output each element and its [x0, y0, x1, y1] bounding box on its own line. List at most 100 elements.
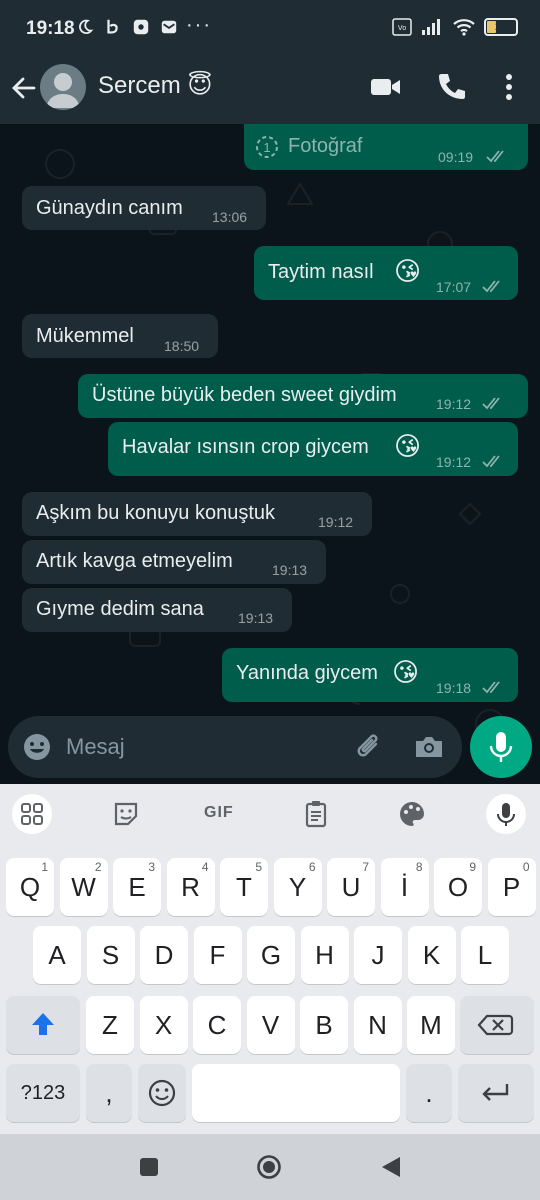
- key-x[interactable]: X: [139, 996, 188, 1054]
- message-time: 13:06: [212, 209, 248, 225]
- backspace-icon: [477, 1014, 514, 1036]
- message-bubble-incoming[interactable]: Mükemmel 18:50: [22, 314, 218, 358]
- key-t[interactable]: T5: [220, 858, 268, 916]
- status-bar: 19:18 ··· Vo 19: [0, 0, 540, 58]
- key-o[interactable]: O9: [434, 858, 482, 916]
- volte-icon: Vo: [392, 18, 412, 36]
- key-d[interactable]: D: [140, 926, 188, 984]
- sticker-icon[interactable]: [106, 794, 146, 834]
- contact-name[interactable]: Sercem 😇: [98, 71, 212, 100]
- back-triangle-icon[interactable]: [378, 1154, 404, 1180]
- message-text: Üstüne büyük beden sweet giydim: [92, 384, 397, 406]
- emoji-icon[interactable]: [20, 730, 54, 764]
- period-key[interactable]: .: [406, 1064, 452, 1122]
- message-bubble-incoming[interactable]: Aşkım bu konuyu konuştuk 19:12: [22, 492, 372, 536]
- key-label: İ: [400, 872, 409, 902]
- svg-text:Vo: Vo: [398, 25, 406, 32]
- message-bubble-outgoing[interactable]: Havalar ısınsın crop giycem 😘 19:12: [108, 422, 518, 476]
- shift-key[interactable]: [6, 996, 80, 1054]
- message-text: Aşkım bu konuyu konuştuk: [36, 502, 276, 524]
- back-arrow-icon[interactable]: [8, 72, 40, 104]
- key-label: W: [71, 872, 96, 902]
- key-b[interactable]: B: [300, 996, 348, 1054]
- key-r[interactable]: R4: [166, 858, 215, 916]
- keyboard-emoji-icon: [148, 1079, 176, 1107]
- message-bubble-outgoing[interactable]: Taytim nasıl 😘 17:07: [254, 246, 518, 300]
- key-number-hint: 5: [255, 860, 262, 874]
- camera-icon[interactable]: [412, 730, 446, 764]
- key-z[interactable]: Z: [86, 996, 134, 1054]
- view-once-photo-icon: 1: [256, 136, 278, 158]
- kissing-face-emoji: 😘: [394, 256, 422, 286]
- contact-name-text: Sercem: [98, 72, 181, 99]
- keyboard-voice-input-icon[interactable]: [486, 794, 526, 834]
- key-u[interactable]: U7: [327, 858, 375, 916]
- symbols-key[interactable]: ?123: [6, 1064, 80, 1122]
- key-n[interactable]: N: [353, 996, 402, 1054]
- emoji-key[interactable]: [138, 1064, 186, 1122]
- message-text: Günaydın canım: [36, 197, 183, 219]
- key-label: E: [128, 872, 146, 902]
- backspace-key[interactable]: [460, 996, 534, 1054]
- enter-key[interactable]: [458, 1064, 534, 1122]
- message-text: Taytim nasıl: [268, 261, 374, 283]
- message-time: 09:19: [438, 149, 474, 165]
- key-g[interactable]: G: [247, 926, 295, 984]
- key-label: O: [447, 872, 469, 902]
- message-time: 19:12: [436, 396, 472, 412]
- message-bubble-outgoing[interactable]: 1 Fotoğraf 09:19: [244, 124, 528, 170]
- apps-grid-icon[interactable]: [12, 794, 52, 834]
- key-j[interactable]: J: [354, 926, 402, 984]
- key-label: P: [502, 872, 521, 902]
- double-check-icon: [482, 397, 500, 410]
- message-text: Yanında giycem: [236, 662, 378, 684]
- key-m[interactable]: M: [407, 996, 455, 1054]
- message-text: Mükemmel: [36, 325, 134, 347]
- message-time: 17:07: [436, 279, 472, 295]
- recents-square-icon[interactable]: [136, 1154, 162, 1180]
- wifi-icon: [453, 19, 475, 36]
- space-bar[interactable]: [192, 1064, 400, 1122]
- comma-key[interactable]: ,: [86, 1064, 132, 1122]
- palette-icon[interactable]: [392, 794, 432, 834]
- key-f[interactable]: F: [193, 926, 242, 984]
- message-bubble-incoming[interactable]: Artık kavga etmeyelim 19:13: [22, 540, 326, 584]
- key-k[interactable]: K: [407, 926, 456, 984]
- key-number-hint: 0: [522, 860, 530, 874]
- avatar[interactable]: [40, 64, 86, 110]
- more-notifications-icon: ···: [186, 14, 212, 36]
- key-e[interactable]: E3: [113, 858, 161, 916]
- key-label: Q: [19, 872, 41, 902]
- clipboard-icon[interactable]: [296, 794, 336, 834]
- message-bubble-outgoing[interactable]: Yanında giycem 😘 19:18: [222, 648, 518, 702]
- key-number-hint: 6: [308, 860, 316, 874]
- message-bubble-outgoing[interactable]: Üstüne büyük beden sweet giydim 19:12: [78, 374, 528, 418]
- battery-level: 19: [494, 21, 508, 33]
- message-input[interactable]: [66, 730, 336, 764]
- message-bubble-incoming[interactable]: Günaydın canım 13:06: [22, 186, 266, 230]
- notification-icons: [64, 18, 178, 36]
- key-l[interactable]: L: [461, 926, 509, 984]
- attach-icon[interactable]: [352, 730, 386, 764]
- key-y[interactable]: Y6: [273, 858, 322, 916]
- key-p[interactable]: P0: [487, 858, 536, 916]
- phone-call-icon[interactable]: [434, 70, 468, 104]
- message-bubble-incoming[interactable]: Gıyme dedim sana 19:13: [22, 588, 292, 632]
- key-h[interactable]: H: [300, 926, 349, 984]
- key-w[interactable]: W2: [59, 858, 108, 916]
- message-composer: [8, 716, 462, 778]
- key-s[interactable]: S: [86, 926, 135, 984]
- voice-message-button[interactable]: [470, 716, 532, 778]
- key-number-hint: 2: [94, 860, 102, 874]
- key-c[interactable]: C: [193, 996, 241, 1054]
- key-v[interactable]: V: [246, 996, 295, 1054]
- gif-button[interactable]: GIF: [204, 804, 234, 822]
- video-call-icon[interactable]: [368, 70, 402, 104]
- system-status-icons: Vo 19: [392, 18, 518, 36]
- key-q[interactable]: Q1: [6, 858, 54, 916]
- key-a[interactable]: A: [33, 926, 81, 984]
- key-i̇[interactable]: İ8: [380, 858, 429, 916]
- more-options-icon[interactable]: [492, 70, 526, 104]
- home-circle-icon[interactable]: [256, 1154, 282, 1180]
- chat-area[interactable]: 1 Fotoğraf 09:19 Günaydın canım 13:06 Ta…: [0, 124, 540, 784]
